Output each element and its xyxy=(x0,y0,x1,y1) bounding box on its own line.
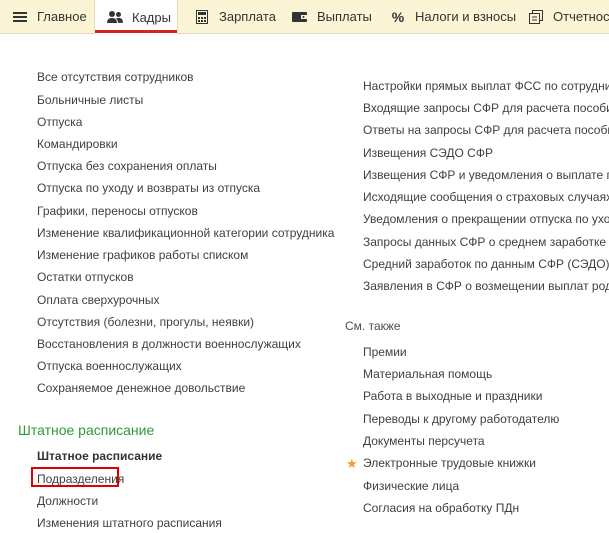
link-parental-leave[interactable]: Отпуска по уходу и возвраты из отпуска xyxy=(37,181,260,195)
link-sfr-request-answers[interactable]: Ответы на запросы СФР для расчета пособи… xyxy=(363,123,609,137)
tab-label: Кадры xyxy=(132,9,171,25)
link-business-trips[interactable]: Командировки xyxy=(37,137,118,151)
link-sick-leaves[interactable]: Больничные листы xyxy=(37,93,143,107)
link-personnel-documents[interactable]: Документы персучета xyxy=(363,434,485,448)
link-reimbursement-applications[interactable]: Заявления в СФР о возмещении выплат роди… xyxy=(363,279,609,293)
link-staffing-changes[interactable]: Изменения штатного расписания xyxy=(37,516,222,530)
link-outgoing-insurance-messages[interactable]: Исходящие сообщения о страховых случаях … xyxy=(363,190,609,204)
tab-salary[interactable]: Зарплата xyxy=(194,0,276,33)
tab-label: Налоги и взносы xyxy=(415,9,517,24)
link-military-leave[interactable]: Отпуска военнослужащих xyxy=(37,359,182,373)
tab-main[interactable]: Главное xyxy=(12,0,87,33)
tab-hr[interactable]: Кадры xyxy=(94,0,178,34)
link-unpaid-leave[interactable]: Отпуска без сохранения оплаты xyxy=(37,159,217,173)
tab-label: Выплаты xyxy=(317,9,372,24)
link-data-processing-consents[interactable]: Согласия на обработку ПДн xyxy=(363,501,519,515)
link-sedo-notices[interactable]: Извещения СЭДО СФР xyxy=(363,146,493,160)
link-individuals[interactable]: Физические лица xyxy=(363,479,459,493)
link-vacation-schedules[interactable]: Графики, переносы отпусков xyxy=(37,204,198,218)
menu-icon xyxy=(12,9,28,25)
active-tab-indicator xyxy=(95,30,177,33)
link-schedule-change-list[interactable]: Изменение графиков работы списком xyxy=(37,248,248,262)
link-weekend-work[interactable]: Работа в выходные и праздники xyxy=(363,389,542,403)
tab-payments[interactable]: Выплаты xyxy=(292,0,372,33)
link-qualification-change[interactable]: Изменение квалификационной категории сот… xyxy=(37,226,334,240)
tab-label: Отчетность xyxy=(553,9,609,24)
star-icon[interactable]: ★ xyxy=(346,456,358,472)
link-average-earnings-sedo[interactable]: Средний заработок по данным СФР (СЭДО) xyxy=(363,257,609,271)
percent-icon: % xyxy=(391,8,405,25)
link-vacation-balances[interactable]: Остатки отпусков xyxy=(37,270,134,284)
link-absences-other[interactable]: Отсутствия (болезни, прогулы, неявки) xyxy=(37,315,254,329)
staffing-section-title: Штатное расписание xyxy=(18,422,155,438)
link-vacations[interactable]: Отпуска xyxy=(37,115,82,129)
tab-reports[interactable]: Отчетность xyxy=(528,0,609,33)
tab-taxes[interactable]: % Налоги и взносы xyxy=(390,0,516,33)
link-electronic-workbooks[interactable]: Электронные трудовые книжки xyxy=(363,456,536,470)
link-sfr-payment-notices[interactable]: Извещения СФР и уведомления о выплате по… xyxy=(363,168,609,182)
link-overtime-pay[interactable]: Оплата сверхурочных xyxy=(37,293,160,307)
link-fss-direct-payments[interactable]: Настройки прямых выплат ФСС по сотрудник… xyxy=(363,79,609,93)
link-leave-termination-notices[interactable]: Уведомления о прекращении отпуска по ухо… xyxy=(363,212,609,226)
link-sfr-incoming-requests[interactable]: Входящие запросы СФР для расчета пособий xyxy=(363,101,609,115)
tab-label: Главное xyxy=(37,9,87,24)
link-military-reinstatement[interactable]: Восстановления в должности военнослужащи… xyxy=(37,337,301,351)
link-retained-allowance[interactable]: Сохраняемое денежное довольствие xyxy=(37,381,245,395)
link-employer-transfers[interactable]: Переводы к другому работодателю xyxy=(363,412,559,426)
top-navigation-bar: Главное Кадры Зарплата Выплаты % Налоги … xyxy=(0,0,609,34)
calculator-icon xyxy=(194,9,210,25)
link-average-earnings-requests[interactable]: Запросы данных СФР о среднем заработке xyxy=(363,235,606,249)
wallet-icon xyxy=(292,9,308,25)
see-also-title: См. также xyxy=(345,319,401,333)
people-icon xyxy=(107,9,123,25)
link-bonuses[interactable]: Премии xyxy=(363,345,407,359)
link-staffing-schedule[interactable]: Штатное расписание xyxy=(37,449,162,463)
link-all-absences[interactable]: Все отсутствия сотрудников xyxy=(37,70,194,84)
tab-label: Зарплата xyxy=(219,9,276,24)
link-material-aid[interactable]: Материальная помощь xyxy=(363,367,492,381)
reports-icon xyxy=(528,9,544,25)
link-departments[interactable]: Подразделения xyxy=(37,472,124,486)
link-positions[interactable]: Должности xyxy=(37,494,98,508)
